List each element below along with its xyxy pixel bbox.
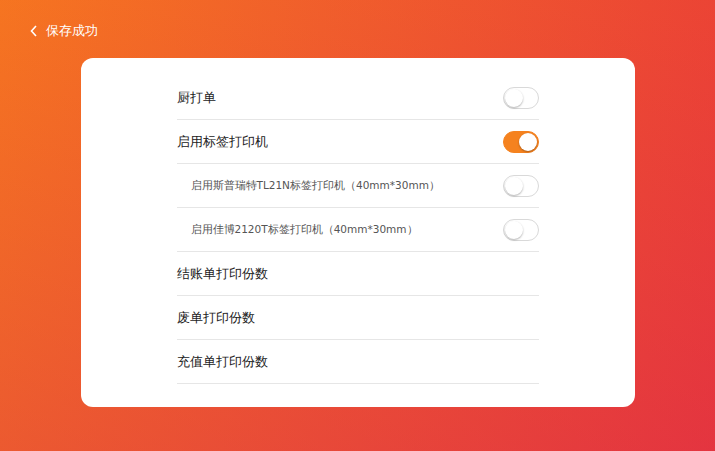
toggle-switch[interactable] bbox=[503, 219, 539, 241]
toggle-knob bbox=[519, 133, 537, 151]
setting-label: 启用佳博2120T标签打印机（40mm*30mm） bbox=[191, 223, 418, 237]
setting-label: 厨打单 bbox=[177, 89, 216, 107]
settings-screen: 保存成功厨打单启用标签打印机启用斯普瑞特TL21N标签打印机（40mm*30mm… bbox=[0, 0, 715, 451]
setting-row[interactable]: 充值单打印份数 bbox=[177, 340, 539, 384]
setting-row: 启用佳博2120T标签打印机（40mm*30mm） bbox=[177, 208, 539, 252]
setting-row[interactable]: 废单打印份数 bbox=[177, 296, 539, 340]
back-button[interactable]: 保存成功 bbox=[30, 22, 98, 40]
settings-card: 厨打单启用标签打印机启用斯普瑞特TL21N标签打印机（40mm*30mm） 启用佳… bbox=[81, 58, 635, 407]
back-label: 保存成功 bbox=[46, 22, 98, 40]
toggle-knob bbox=[505, 221, 523, 239]
setting-label: 充值单打印份数 bbox=[177, 353, 268, 371]
setting-row: 启用斯普瑞特TL21N标签打印机（40mm*30mm） bbox=[177, 164, 539, 208]
setting-label: 结账单打印份数 bbox=[177, 265, 268, 283]
toggle-knob bbox=[505, 177, 523, 195]
setting-label: 废单打印份数 bbox=[177, 309, 255, 327]
setting-row: 启用标签打印机 bbox=[177, 120, 539, 164]
setting-label: 启用斯普瑞特TL21N标签打印机（40mm*30mm） bbox=[191, 179, 440, 193]
chevron-left-icon bbox=[30, 25, 38, 37]
header: 保存成功 bbox=[0, 0, 715, 40]
toggle-switch[interactable] bbox=[503, 131, 539, 153]
setting-row: 厨打单 bbox=[177, 76, 539, 120]
toggle-switch[interactable] bbox=[503, 175, 539, 197]
toggle-knob bbox=[505, 89, 523, 107]
toggle-switch[interactable] bbox=[503, 87, 539, 109]
setting-row[interactable]: 结账单打印份数 bbox=[177, 252, 539, 296]
setting-label: 启用标签打印机 bbox=[177, 133, 268, 151]
